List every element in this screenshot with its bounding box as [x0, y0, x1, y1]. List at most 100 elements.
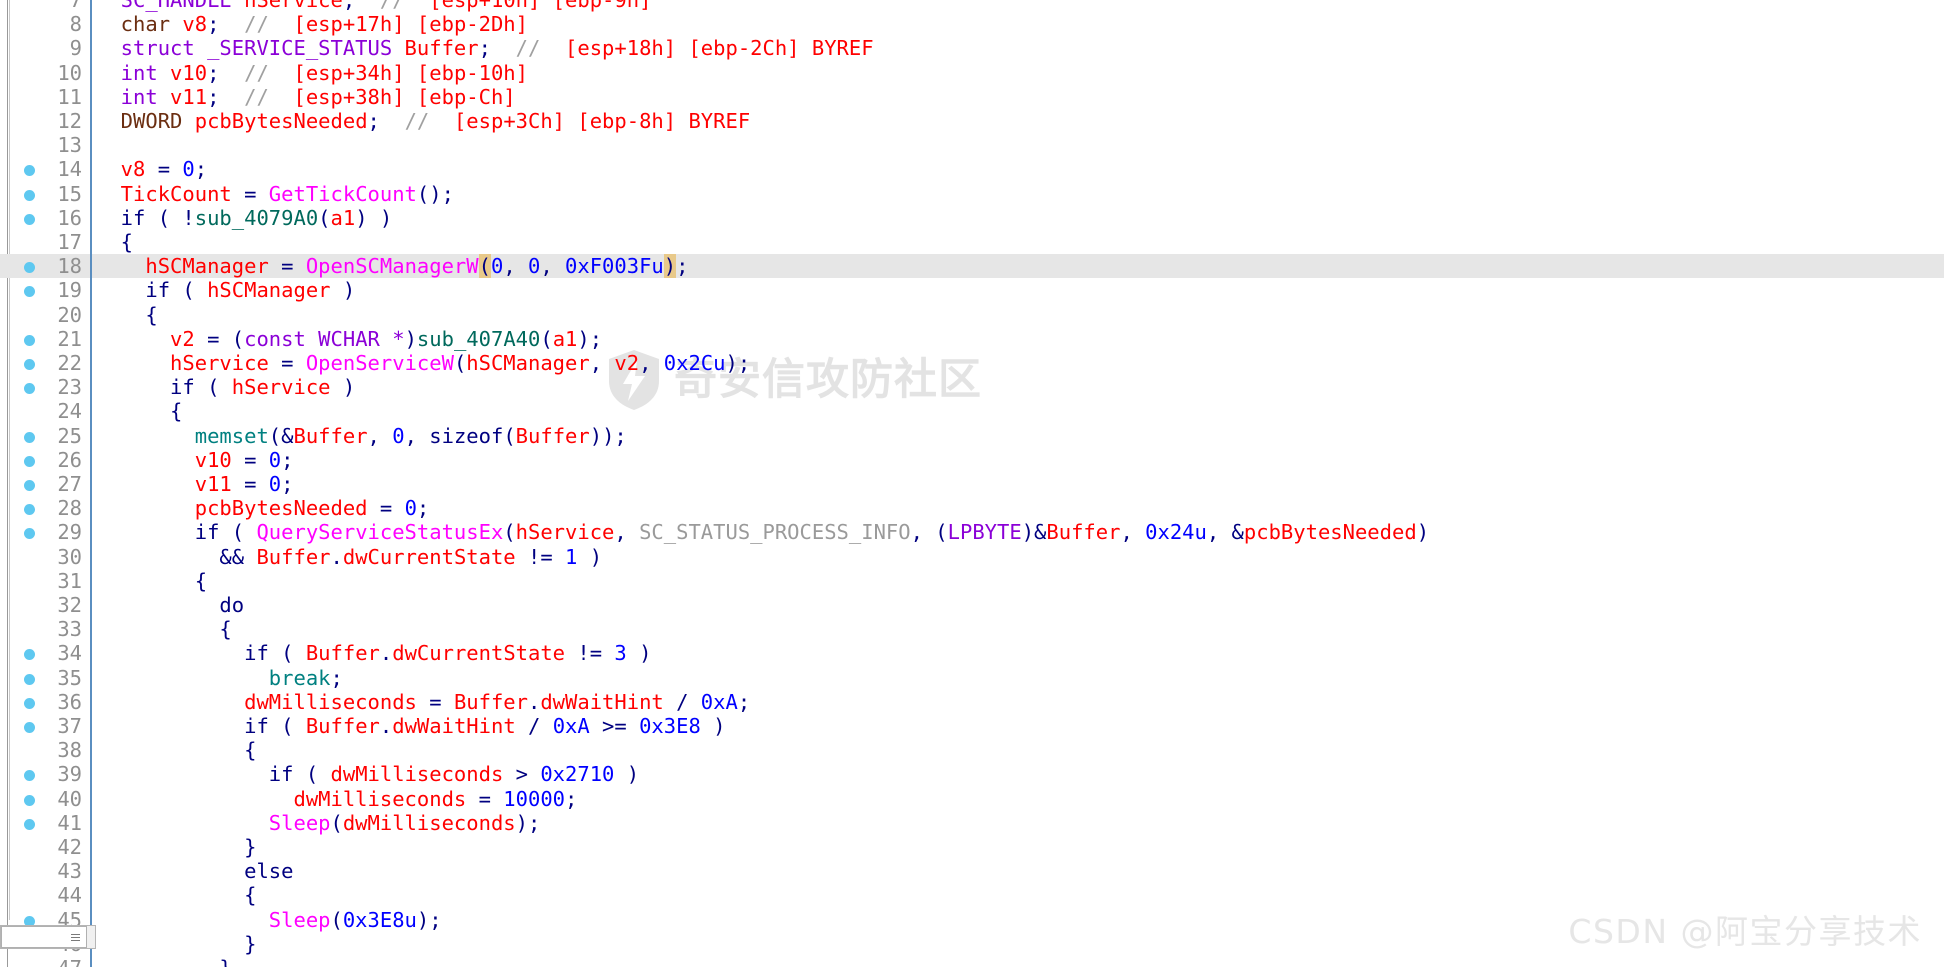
code-text[interactable]: { [96, 617, 1944, 641]
scrollbar-thumb[interactable] [1, 926, 87, 948]
line-marker-dot-icon[interactable] [24, 286, 35, 298]
code-text[interactable]: hService = OpenServiceW(hSCManager, v2, … [96, 351, 1944, 375]
line-marker-dot-icon[interactable] [24, 794, 35, 806]
line-marker-dot-icon[interactable] [24, 383, 35, 395]
code-text[interactable]: int v11; // [esp+38h] [ebp-Ch] [96, 85, 1944, 109]
line-marker-dot-icon[interactable] [24, 480, 35, 491]
code-line[interactable]: 40 dwMilliseconds = 10000; [0, 786, 1944, 811]
line-marker-dot-icon[interactable] [24, 673, 35, 685]
line-marker-dot-icon[interactable] [24, 697, 35, 709]
code-text[interactable]: } [96, 835, 1944, 859]
code-text[interactable]: struct _SERVICE_STATUS Buffer; // [esp+1… [96, 36, 1944, 60]
line-marker-dot-icon[interactable] [24, 722, 35, 733]
horizontal-scrollbar[interactable] [0, 925, 96, 949]
code-text[interactable]: && Buffer.dwCurrentState != 1 ) [96, 545, 1944, 569]
code-line[interactable]: 45 Sleep(0x3E8u); [0, 907, 1944, 932]
code-text[interactable]: memset(&Buffer, 0, sizeof(Buffer)); [96, 424, 1944, 448]
code-text[interactable]: if ( dwMilliseconds > 0x2710 ) [96, 762, 1944, 786]
code-text[interactable]: v11 = 0; [96, 472, 1944, 496]
code-line[interactable]: 23 if ( hService ) [0, 375, 1944, 400]
code-text[interactable]: dwMilliseconds = 10000; [96, 787, 1944, 811]
code-line[interactable]: 38 { [0, 738, 1944, 763]
code-line[interactable]: 35 break; [0, 665, 1944, 690]
code-text[interactable]: if ( Buffer.dwCurrentState != 3 ) [96, 641, 1944, 665]
code-line[interactable]: 12 DWORD pcbBytesNeeded; // [esp+3Ch] [e… [0, 109, 1944, 134]
code-line[interactable]: 36 dwMilliseconds = Buffer.dwWaitHint / … [0, 689, 1944, 714]
code-line[interactable]: 44 { [0, 883, 1944, 908]
line-marker-dot-icon[interactable] [24, 359, 35, 370]
code-text[interactable]: char v8; // [esp+17h] [ebp-2Dh] [96, 12, 1944, 36]
code-text[interactable]: TickCount = GetTickCount(); [96, 182, 1944, 206]
code-text[interactable]: if ( hService ) [96, 375, 1944, 399]
code-text[interactable]: if ( Buffer.dwWaitHint / 0xA >= 0x3E8 ) [96, 714, 1944, 738]
code-line[interactable]: 43 else [0, 859, 1944, 884]
code-line[interactable]: 33 { [0, 617, 1944, 642]
code-text[interactable]: { [96, 738, 1944, 762]
line-marker-dot-icon[interactable] [24, 818, 35, 830]
code-text[interactable]: else [96, 859, 1944, 883]
code-line[interactable]: 32 do [0, 593, 1944, 618]
code-line[interactable]: 26 v10 = 0; [0, 447, 1944, 472]
code-text[interactable]: int v10; // [esp+34h] [ebp-10h] [96, 61, 1944, 85]
code-text[interactable] [96, 133, 1944, 157]
code-line[interactable]: 29 if ( QueryServiceStatusEx(hService, S… [0, 520, 1944, 545]
code-line[interactable]: 9 struct _SERVICE_STATUS Buffer; // [esp… [0, 36, 1944, 61]
code-text[interactable]: if ( QueryServiceStatusEx(hService, SC_S… [96, 520, 1944, 544]
line-marker-dot-icon[interactable] [24, 649, 35, 661]
code-line[interactable]: 46 } [0, 931, 1944, 956]
code-text[interactable]: } [96, 956, 1944, 967]
code-line[interactable]: 8 char v8; // [esp+17h] [ebp-2Dh] [0, 12, 1944, 37]
code-text[interactable]: hSCManager = OpenSCManagerW(0, 0, 0xF003… [96, 254, 1944, 279]
code-line[interactable]: 20 { [0, 302, 1944, 327]
code-text[interactable]: break; [96, 666, 1944, 690]
code-line[interactable]: 19 if ( hSCManager ) [0, 278, 1944, 303]
line-marker-dot-icon[interactable] [24, 431, 35, 443]
code-text[interactable]: do [96, 593, 1944, 617]
code-line[interactable]: 47 } [0, 956, 1944, 967]
code-text[interactable]: SC_HANDLE hService; // [esp+10h] [ebp-9h… [96, 0, 1944, 12]
line-marker-dot-icon[interactable] [24, 455, 35, 467]
code-line[interactable]: 28 pcbBytesNeeded = 0; [0, 496, 1944, 521]
line-marker-dot-icon[interactable] [24, 504, 35, 516]
code-line[interactable]: 11 int v11; // [esp+38h] [ebp-Ch] [0, 84, 1944, 109]
code-line[interactable]: 22 hService = OpenServiceW(hSCManager, v… [0, 351, 1944, 376]
code-line[interactable]: 10 int v10; // [esp+34h] [ebp-10h] [0, 60, 1944, 85]
code-text[interactable]: v10 = 0; [96, 448, 1944, 472]
code-line[interactable]: 21 v2 = (const WCHAR *)sub_407A40(a1); [0, 326, 1944, 351]
code-line[interactable]: 37 if ( Buffer.dwWaitHint / 0xA >= 0x3E8… [0, 714, 1944, 739]
line-marker-dot-icon[interactable] [24, 528, 35, 540]
code-line[interactable]: 18 hSCManager = OpenSCManagerW(0, 0, 0xF… [0, 254, 1944, 279]
code-line[interactable]: 14 v8 = 0; [0, 157, 1944, 182]
line-marker-dot-icon[interactable] [24, 770, 35, 782]
code-text[interactable]: v2 = (const WCHAR *)sub_407A40(a1); [96, 327, 1944, 351]
code-text[interactable]: if ( !sub_4079A0(a1) ) [96, 206, 1944, 230]
line-marker-dot-icon[interactable] [24, 189, 35, 201]
line-marker-dot-icon[interactable] [24, 165, 35, 177]
code-text[interactable]: DWORD pcbBytesNeeded; // [esp+3Ch] [ebp-… [96, 109, 1944, 133]
code-line[interactable]: 17 { [0, 230, 1944, 255]
code-text[interactable]: if ( hSCManager ) [96, 278, 1944, 302]
code-line[interactable]: 41 Sleep(dwMilliseconds); [0, 810, 1944, 835]
code-text[interactable]: Sleep(0x3E8u); [96, 908, 1944, 932]
code-text[interactable]: { [96, 303, 1944, 327]
code-text[interactable]: { [96, 399, 1944, 423]
code-line[interactable]: 42 } [0, 835, 1944, 860]
code-text[interactable]: v8 = 0; [96, 157, 1944, 181]
code-line[interactable]: 13 [0, 133, 1944, 158]
code-text[interactable]: { [96, 883, 1944, 907]
line-marker-dot-icon[interactable] [24, 213, 35, 225]
code-text[interactable]: { [96, 230, 1944, 254]
code-line[interactable]: 34 if ( Buffer.dwCurrentState != 3 ) [0, 641, 1944, 666]
line-marker-dot-icon[interactable] [24, 262, 35, 274]
code-text[interactable]: } [96, 932, 1944, 956]
code-line[interactable]: 15 TickCount = GetTickCount(); [0, 181, 1944, 206]
code-lines-container[interactable]: 7 SC_HANDLE hService; // [esp+10h] [ebp-… [0, 0, 1944, 967]
code-line[interactable]: 39 if ( dwMilliseconds > 0x2710 ) [0, 762, 1944, 787]
code-line[interactable]: 25 memset(&Buffer, 0, sizeof(Buffer)); [0, 423, 1944, 448]
code-text[interactable]: dwMilliseconds = Buffer.dwWaitHint / 0xA… [96, 690, 1944, 714]
code-line[interactable]: 30 && Buffer.dwCurrentState != 1 ) [0, 544, 1944, 569]
code-line[interactable]: 24 { [0, 399, 1944, 424]
code-text[interactable]: pcbBytesNeeded = 0; [96, 496, 1944, 520]
line-marker-dot-icon[interactable] [24, 334, 35, 346]
code-text[interactable]: Sleep(dwMilliseconds); [96, 811, 1944, 835]
